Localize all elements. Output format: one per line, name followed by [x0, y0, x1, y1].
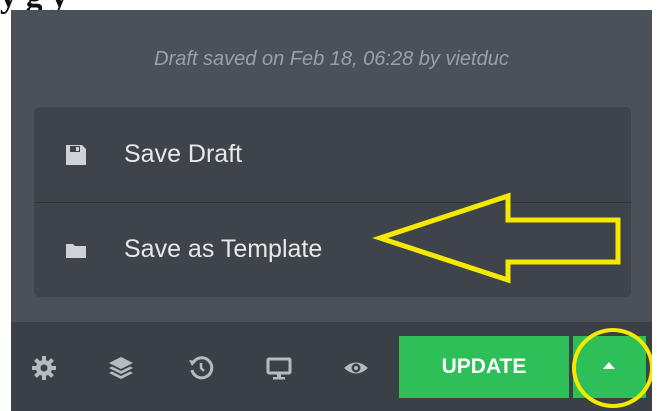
save-as-template-label: Save as Template [124, 235, 323, 263]
layers-icon[interactable] [108, 355, 134, 381]
history-icon[interactable] [188, 355, 214, 381]
publish-panel: Draft saved on Feb 18, 06:28 by vietduc … [11, 10, 652, 411]
folder-icon [64, 238, 88, 262]
eye-icon[interactable] [343, 355, 369, 381]
save-draft-label: Save Draft [124, 140, 243, 168]
annotation-arrow [371, 192, 621, 284]
bottom-toolbar: UPDATE [11, 322, 652, 411]
gear-icon[interactable] [31, 355, 57, 381]
monitor-icon[interactable] [266, 355, 292, 381]
floppy-disk-icon [64, 143, 88, 167]
caret-up-icon [603, 362, 615, 369]
draft-saved-note: Draft saved on Feb 18, 06:28 by vietduc [154, 48, 509, 70]
more-save-options-button[interactable] [573, 336, 646, 398]
update-button[interactable]: UPDATE [399, 336, 569, 398]
